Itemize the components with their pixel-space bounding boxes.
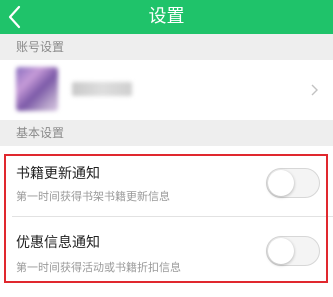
chevron-right-icon: [311, 84, 318, 96]
page-title: 设置: [148, 6, 185, 27]
account-section-header: 账号设置: [0, 34, 333, 60]
basic-section-header: 基本设置: [0, 120, 333, 146]
highlight-annotation-box: [4, 154, 328, 283]
account-name-blurred: [72, 82, 132, 96]
app-header: 设置: [0, 0, 333, 34]
avatar: [16, 67, 58, 111]
account-row[interactable]: [0, 60, 333, 120]
